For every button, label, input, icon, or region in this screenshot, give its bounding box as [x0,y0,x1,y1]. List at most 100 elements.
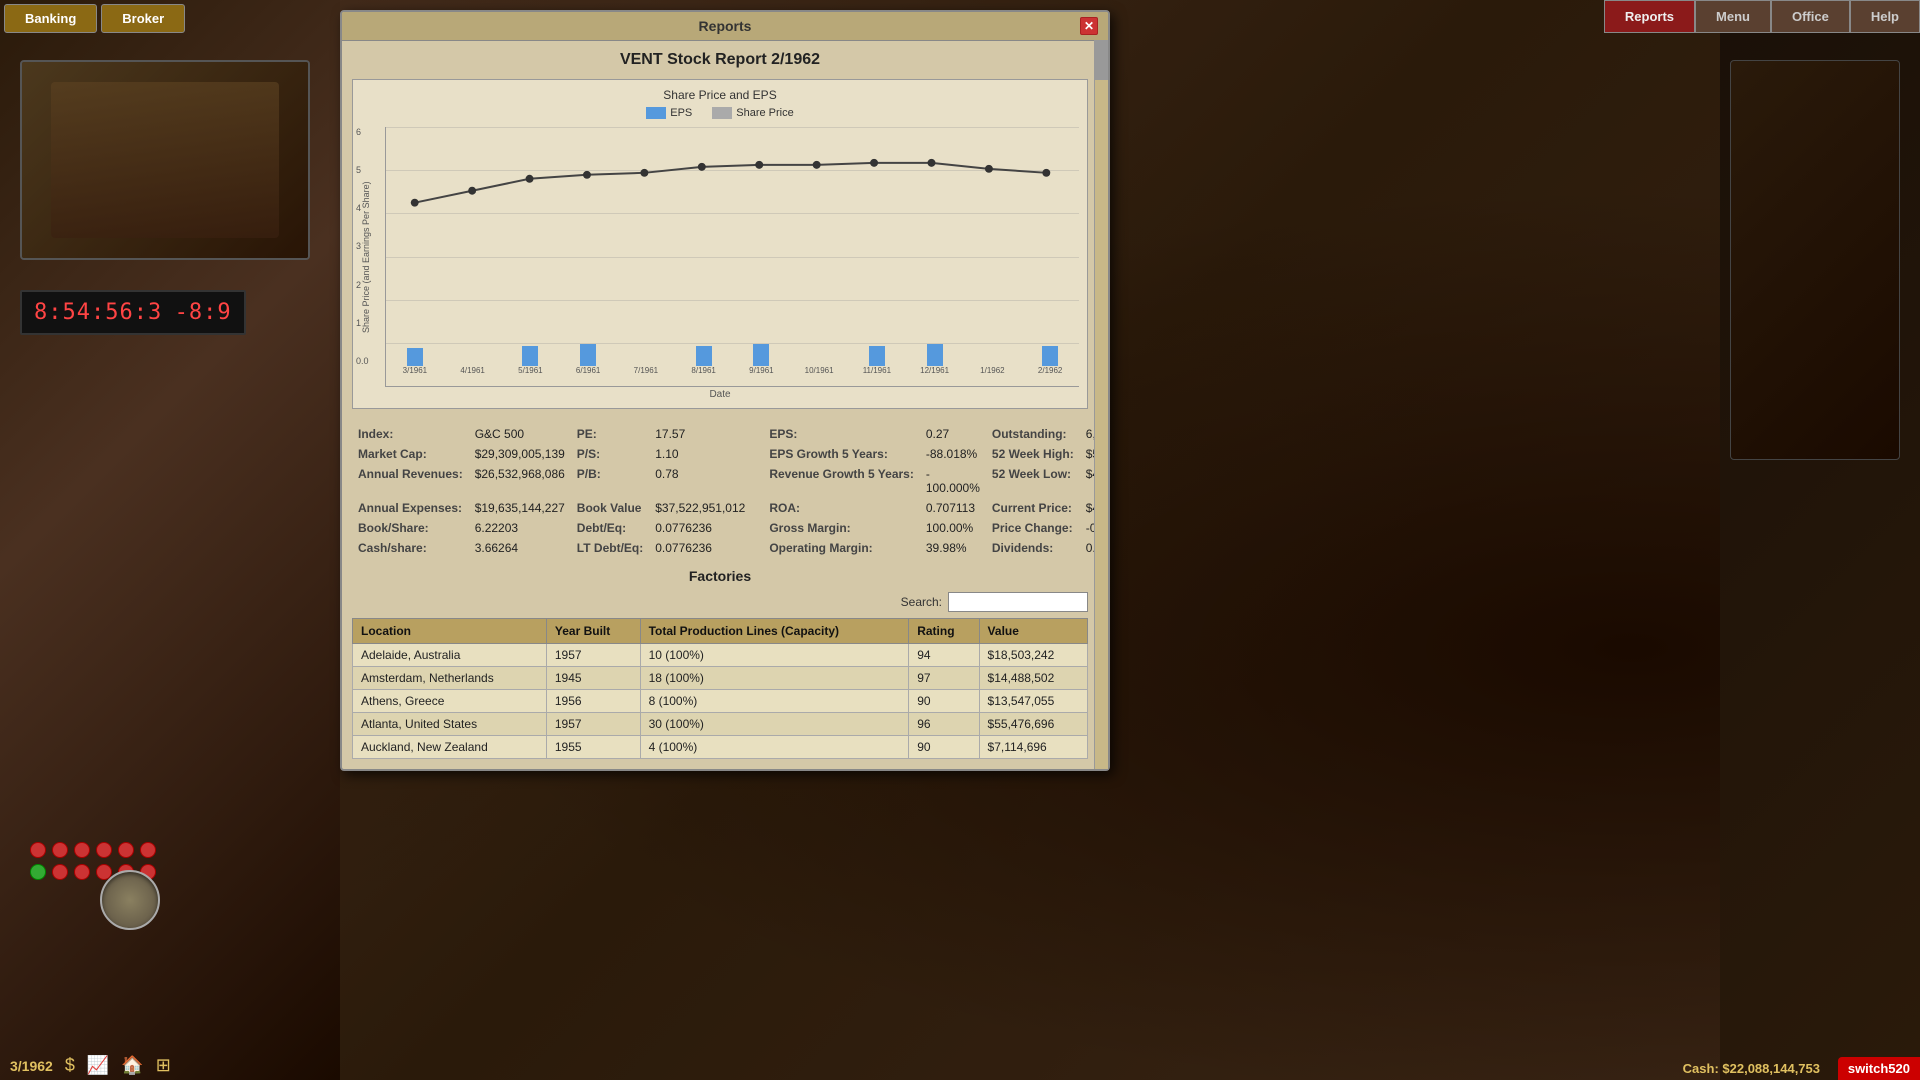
chart-dot-11 [1042,169,1050,177]
cell-year-built: 1956 [546,690,640,713]
grid-icon: ⊞ [156,1055,171,1076]
help-nav-button[interactable]: Help [1850,0,1920,33]
cell-production: 4 (100%) [640,736,909,759]
cell-production: 30 (100%) [640,713,909,736]
debt-eq-label: Debt/Eq: [577,521,626,535]
gross-margin-value: 100.00% [926,521,973,535]
book-share-value: 6.22203 [475,521,518,535]
ps-value: 1.10 [655,447,678,461]
cell-location: Atlanta, United States [353,713,547,736]
right-sidebar-bg [1720,0,1920,1080]
table-header-row: Location Year Built Total Production Lin… [353,619,1088,644]
chart-icon: 📈 [87,1055,109,1076]
col-rating: Rating [909,619,979,644]
cash-share-label: Cash/share: [358,541,427,555]
cell-value: $55,476,696 [979,713,1087,736]
cell-value: $18,503,242 [979,644,1087,667]
eps-label: EPS: [769,427,797,441]
ps-label: P/S: [577,447,600,461]
table-row: Adelaide, Australia 1957 10 (100%) 94 $1… [353,644,1088,667]
scrollbar-thumb[interactable] [1095,40,1108,80]
drawer-knob [100,870,160,930]
legend-share-price-label: Share Price [736,107,793,119]
col-production: Total Production Lines (Capacity) [640,619,909,644]
report-title: VENT Stock Report 2/1962 [352,51,1088,69]
legend-eps-label: EPS [670,107,692,119]
stats-row-2: Market Cap: $29,309,005,139 P/S: 1.10 EP… [352,444,1108,464]
stats-row-6: Cash/share: 3.66264 LT Debt/Eq: 0.077623… [352,538,1108,558]
chart-container: Share Price and EPS EPS Share Price Shar… [352,79,1088,409]
report-window: Reports ✕ VENT Stock Report 2/1962 Share… [340,10,1110,771]
annual-revenues-label: Annual Revenues: [358,467,463,481]
week52-low-label: 52 Week Low: [992,467,1071,481]
pb-label: P/B: [577,467,601,481]
cell-year-built: 1957 [546,644,640,667]
market-cap-value: $29,309,005,139 [475,447,565,461]
book-value-value: $37,522,951,012 [655,501,745,515]
stats-row-5: Book/Share: 6.22203 Debt/Eq: 0.0776236 G… [352,518,1108,538]
chart-dot-1 [468,187,476,195]
market-cap-label: Market Cap: [358,447,427,461]
col-value: Value [979,619,1087,644]
index-label: Index: [358,427,393,441]
pe-label: PE: [577,427,597,441]
eps-growth-value: -88.018% [926,447,977,461]
annual-expenses-label: Annual Expenses: [358,501,462,515]
chart-title: Share Price and EPS [361,88,1079,102]
broker-button[interactable]: Broker [101,4,185,33]
search-input[interactable] [948,592,1088,612]
operating-margin-value: 39.98% [926,541,967,555]
cell-year-built: 1957 [546,713,640,736]
table-row: Auckland, New Zealand 1955 4 (100%) 90 $… [353,736,1088,759]
cell-production: 18 (100%) [640,667,909,690]
factories-title: Factories [352,568,1088,584]
cell-value: $7,114,696 [979,736,1087,759]
cell-rating: 90 [909,736,979,759]
line-chart-svg [386,127,1079,366]
home-icon: 🏠 [121,1055,143,1076]
menu-nav-button[interactable]: Menu [1695,0,1771,33]
chart-date-label: Date [361,389,1079,400]
annual-revenues-value: $26,532,968,086 [475,467,565,481]
factories-table: Location Year Built Total Production Lin… [352,618,1088,759]
cell-location: Athens, Greece [353,690,547,713]
window-scrollbar[interactable] [1094,40,1108,769]
stats-row-4: Annual Expenses: $19,635,144,227 Book Va… [352,498,1108,518]
cell-value: $14,488,502 [979,667,1087,690]
cell-location: Adelaide, Australia [353,644,547,667]
stats-row-3: Annual Revenues: $26,532,968,086 P/B: 0.… [352,464,1108,498]
digital-clock: 8:54:56:3 -8:9 [20,290,246,335]
chart-legend: EPS Share Price [361,107,1079,119]
price-change-label: Price Change: [992,521,1073,535]
search-label: Search: [901,595,942,609]
chart-dot-2 [526,175,534,183]
top-left-nav: Banking Broker [0,0,189,37]
banking-button[interactable]: Banking [4,4,97,33]
cell-rating: 97 [909,667,979,690]
search-bar: Search: [352,592,1088,612]
table-row: Amsterdam, Netherlands 1945 18 (100%) 97… [353,667,1088,690]
chart-dot-5 [698,163,706,171]
operating-margin-label: Operating Margin: [769,541,872,555]
roa-value: 0.707113 [926,501,975,515]
chart-dot-10 [985,165,993,173]
legend-eps: EPS [646,107,692,119]
reports-nav-button[interactable]: Reports [1604,0,1695,33]
chart-dot-0 [411,199,419,207]
chart-dot-6 [755,161,763,169]
revenue-growth-label: Revenue Growth 5 Years: [769,467,914,481]
cell-year-built: 1945 [546,667,640,690]
right-cabinet [1730,60,1900,460]
col-location: Location [353,619,547,644]
status-bar: 3/1962 $ 📈 🏠 ⊞ [0,1051,181,1080]
stats-section: Index: G&C 500 PE: 17.57 EPS: 0.27 Outst… [352,424,1088,558]
index-value: G&C 500 [475,427,524,441]
cell-production: 8 (100%) [640,690,909,713]
background-photo [20,60,310,260]
cell-location: Auckland, New Zealand [353,736,547,759]
cell-location: Amsterdam, Netherlands [353,667,547,690]
pe-value: 17.57 [655,427,685,441]
chart-dot-9 [928,159,936,167]
window-close-button[interactable]: ✕ [1080,17,1098,35]
office-nav-button[interactable]: Office [1771,0,1850,33]
